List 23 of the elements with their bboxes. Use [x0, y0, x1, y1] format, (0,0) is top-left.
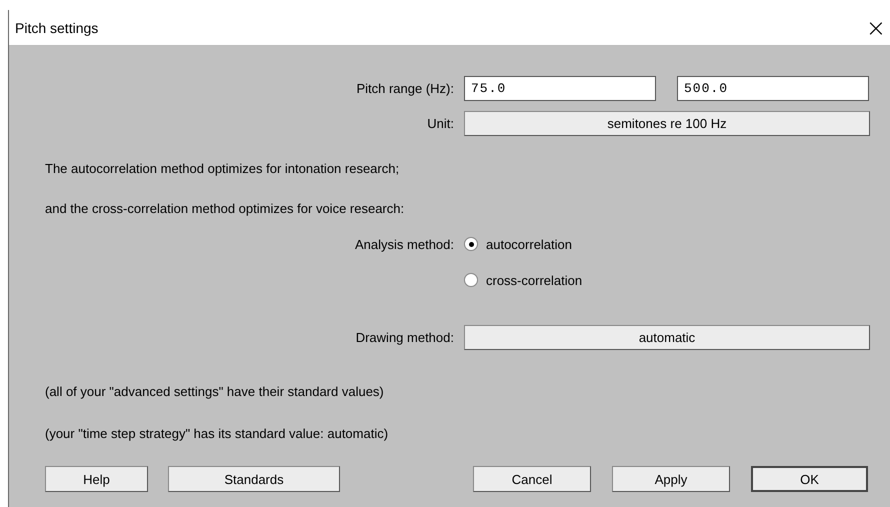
- note-text: and the cross-correlation method optimizes for voice research:: [45, 200, 404, 216]
- note-text: The autocorrelation method optimizes for intonation research;: [45, 160, 400, 176]
- radio-button[interactable]: [464, 237, 478, 251]
- unit-dropdown[interactable]: semitones re 100 Hz: [464, 111, 870, 136]
- drawing-method-dropdown[interactable]: automatic: [464, 325, 870, 350]
- dialog-button[interactable]: Apply: [612, 466, 730, 492]
- radio-button[interactable]: [464, 273, 478, 287]
- field-label: Unit:: [426, 116, 455, 131]
- dialog-button[interactable]: OK: [751, 466, 868, 492]
- window-title: Pitch settings: [15, 20, 98, 36]
- field-label: Drawing method:: [354, 330, 455, 345]
- dialog-button[interactable]: Cancel: [473, 466, 591, 492]
- dialog-button[interactable]: Standards: [168, 466, 340, 492]
- input-field[interactable]: 75.0: [464, 76, 656, 101]
- info-text: (your "time step strategy" has its standard value: automatic): [45, 426, 388, 440]
- option-label[interactable]: cross-correlation: [486, 272, 582, 288]
- dialog-button[interactable]: Help: [45, 466, 148, 492]
- option-label[interactable]: autocorrelation: [486, 236, 572, 252]
- info-text: (all of your "advanced settings" have their standard values): [45, 384, 384, 398]
- close-button[interactable]: ×: [862, 16, 890, 40]
- field-label: Pitch range (Hz):: [355, 81, 455, 96]
- input-field[interactable]: 500.0: [677, 76, 869, 101]
- field-label: Analysis method:: [354, 236, 455, 252]
